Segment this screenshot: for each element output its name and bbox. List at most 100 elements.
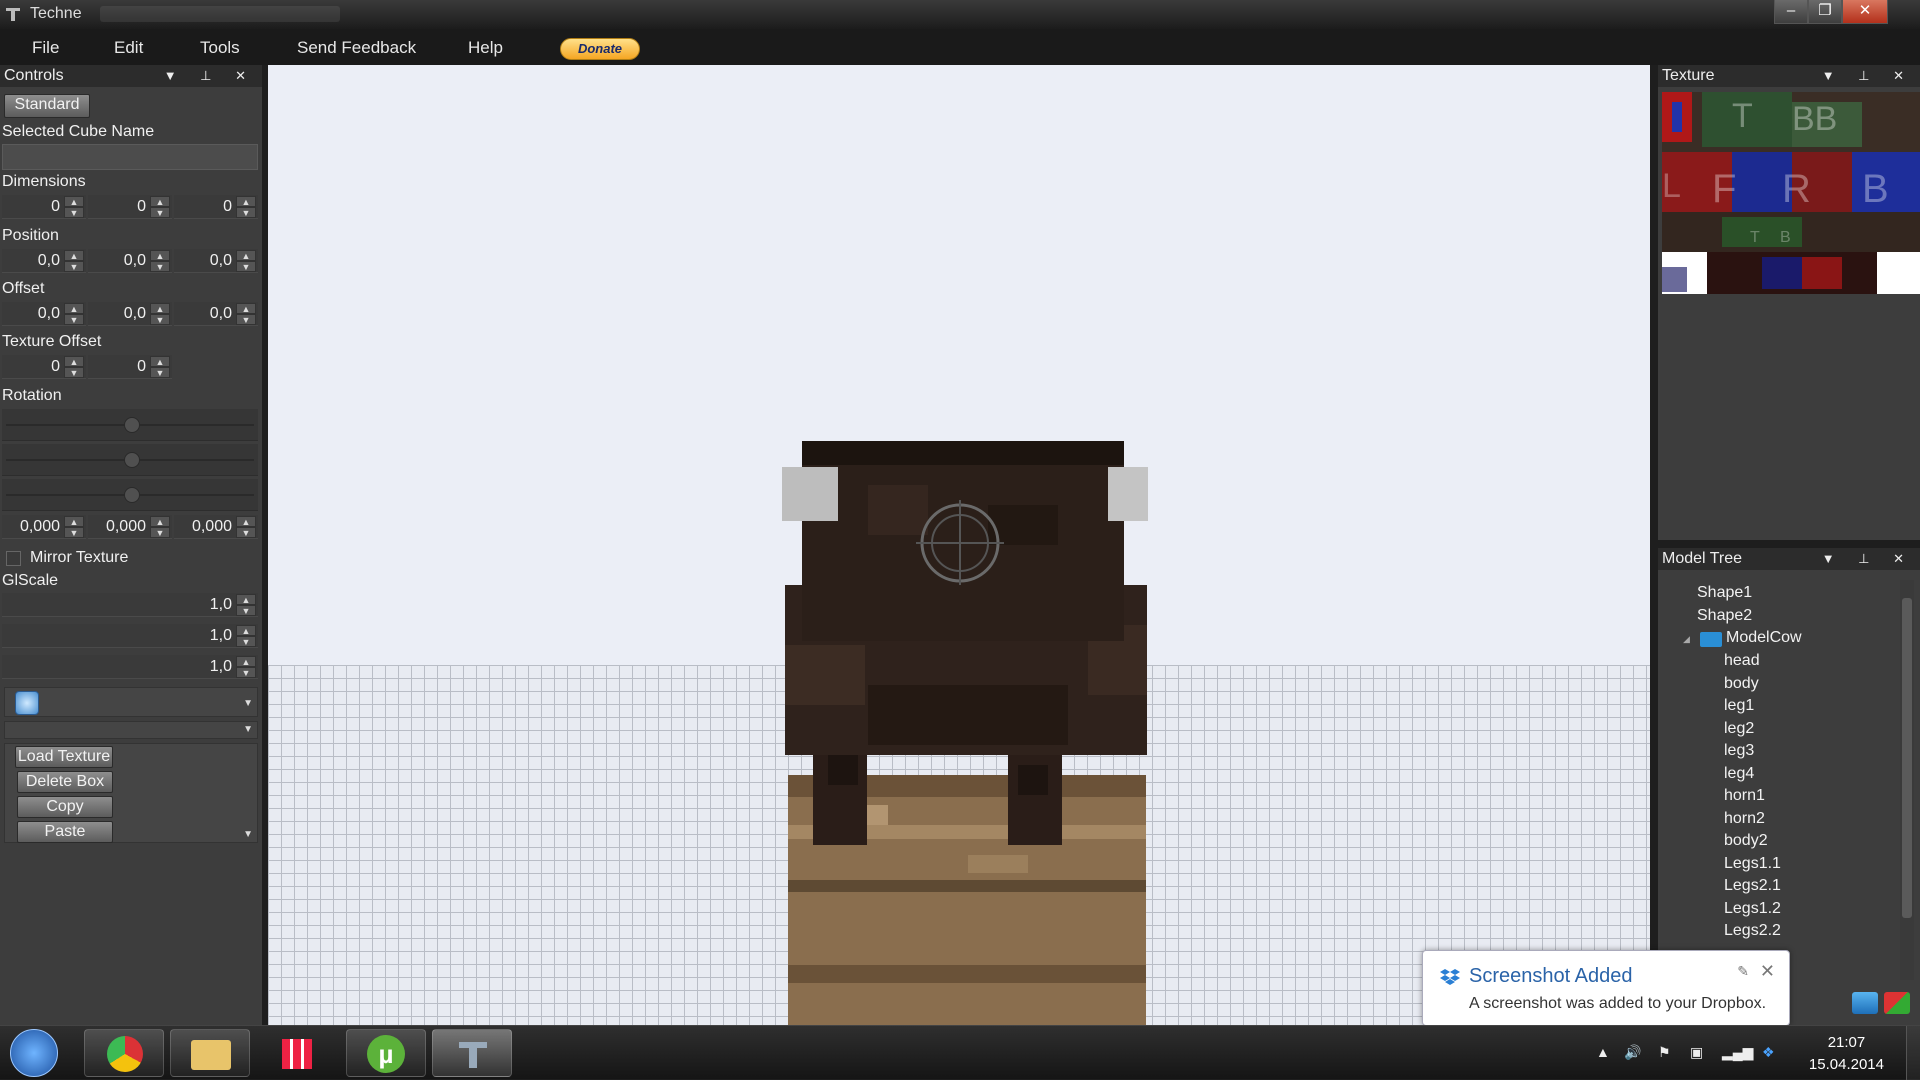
tree-item-leg4[interactable]: leg4 — [1724, 765, 1754, 783]
rotation-z-slider[interactable] — [2, 479, 258, 511]
volume-icon[interactable]: 🔊 — [1624, 1044, 1641, 1061]
tree-item-body2[interactable]: body2 — [1724, 832, 1768, 850]
paste-button[interactable]: Paste — [17, 821, 113, 843]
stepper-arrows[interactable]: ▲ ▼ — [236, 516, 256, 538]
folder-add-icon[interactable] — [1852, 992, 1878, 1014]
maximize-button[interactable]: ❐ — [1808, 0, 1842, 24]
dimension-z-stepper[interactable]: 0 ▲ ▼ — [174, 195, 258, 219]
stepper-arrows[interactable]: ▲ ▼ — [236, 625, 256, 647]
scrollbar-thumb[interactable] — [1902, 598, 1912, 918]
load-texture-button[interactable]: Load Texture — [15, 746, 113, 768]
dimension-x-stepper[interactable]: 0 ▲ ▼ — [2, 195, 86, 219]
stepper-arrows[interactable]: ▲ ▼ — [236, 303, 256, 325]
menu-edit[interactable]: Edit — [114, 38, 143, 58]
panel-buttons[interactable]: ▼ ⊥ ✕ — [1822, 548, 1914, 570]
position-y-stepper[interactable]: 0,0 ▲ ▼ — [88, 249, 172, 273]
stepper-arrows[interactable]: ▲ ▼ — [236, 594, 256, 616]
stepper-arrows[interactable]: ▲ ▼ — [150, 516, 170, 538]
overflow-arrow-icon[interactable]: ▼ — [243, 698, 253, 709]
overflow-arrow-icon[interactable]: ▼ — [243, 829, 253, 840]
tree-item-modelcow[interactable]: ModelCow — [1726, 629, 1802, 647]
slider-knob[interactable] — [124, 487, 140, 503]
rotation-z-stepper[interactable]: 0,000 ▲ ▼ — [174, 515, 258, 539]
tree-item-leg2[interactable]: leg2 — [1724, 720, 1754, 738]
glscale-z-stepper[interactable]: 1,0 ▲ ▼ — [2, 655, 258, 679]
rotation-y-stepper[interactable]: 0,000 ▲ ▼ — [88, 515, 172, 539]
panel-buttons[interactable]: ▼ ⊥ ✕ — [164, 65, 256, 87]
glscale-y-stepper[interactable]: 1,0 ▲ ▼ — [2, 624, 258, 648]
tree-item-horn1[interactable]: horn1 — [1724, 787, 1765, 805]
stepper-arrows[interactable]: ▲ ▼ — [64, 303, 84, 325]
pin-icon[interactable]: ✎ — [1737, 963, 1749, 980]
tree-item-legs2-2[interactable]: Legs2.2 — [1724, 922, 1781, 940]
stepper-arrows[interactable]: ▲ ▼ — [150, 250, 170, 272]
clock[interactable]: 21:07 15.04.2014 — [1809, 1032, 1884, 1076]
tree-item-legs1-2[interactable]: Legs1.2 — [1724, 900, 1781, 918]
taskbar-utorrent[interactable]: µ — [346, 1029, 426, 1077]
tree-item-horn2[interactable]: horn2 — [1724, 810, 1765, 828]
stepper-arrows[interactable]: ▲ ▼ — [150, 303, 170, 325]
flag-icon[interactable]: ⚑ — [1658, 1044, 1671, 1061]
texture-offset-y-stepper[interactable]: 0 ▲ ▼ — [88, 355, 172, 379]
taskbar-techne[interactable] — [432, 1029, 512, 1077]
offset-y-stepper[interactable]: 0,0 ▲ ▼ — [88, 302, 172, 326]
stepper-arrows[interactable]: ▲ ▼ — [64, 250, 84, 272]
offset-x-stepper[interactable]: 0,0 ▲ ▼ — [2, 302, 86, 326]
tree-item-leg3[interactable]: leg3 — [1724, 742, 1754, 760]
rotation-y-slider[interactable] — [2, 444, 258, 476]
tree-item-legs1-1[interactable]: Legs1.1 — [1724, 855, 1781, 873]
position-z-stepper[interactable]: 0,0 ▲ ▼ — [174, 249, 258, 273]
panel-buttons[interactable]: ▼ ⊥ ✕ — [1822, 65, 1914, 87]
overflow-arrow-icon[interactable]: ▼ — [243, 724, 253, 735]
glscale-x-stepper[interactable]: 1,0 ▲ ▼ — [2, 593, 258, 617]
device-icon[interactable]: ▣ — [1690, 1044, 1703, 1061]
slider-knob[interactable] — [124, 417, 140, 433]
dropbox-notification[interactable]: Screenshot Added A screenshot was added … — [1422, 950, 1790, 1026]
cube-icon[interactable] — [15, 691, 39, 715]
stepper-arrows[interactable]: ▲ ▼ — [236, 656, 256, 678]
menu-send-feedback[interactable]: Send Feedback — [297, 38, 416, 58]
stepper-arrows[interactable]: ▲ ▼ — [64, 196, 84, 218]
dimension-y-stepper[interactable]: 0 ▲ ▼ — [88, 195, 172, 219]
copy-button[interactable]: Copy — [17, 796, 113, 818]
shape-add-icon[interactable] — [1884, 992, 1910, 1014]
stepper-arrows[interactable]: ▲ ▼ — [64, 516, 84, 538]
tree-item-shape1[interactable]: Shape1 — [1697, 584, 1752, 602]
tree-item-head[interactable]: head — [1724, 652, 1760, 670]
network-signal-icon[interactable]: ▂▄▆ — [1722, 1044, 1753, 1061]
stepper-arrows[interactable]: ▲ ▼ — [236, 250, 256, 272]
rotation-x-slider[interactable] — [2, 409, 258, 441]
stepper-arrows[interactable]: ▲ ▼ — [150, 196, 170, 218]
selected-cube-name-input[interactable] — [2, 144, 258, 170]
3d-viewport[interactable] — [268, 65, 1650, 1025]
minimize-button[interactable]: – — [1774, 0, 1808, 24]
taskbar-chrome[interactable] — [84, 1029, 164, 1077]
stepper-arrows[interactable]: ▲ ▼ — [150, 356, 170, 378]
mirror-texture-checkbox[interactable] — [6, 551, 21, 566]
notification-close-icon[interactable]: ✕ — [1760, 961, 1775, 982]
menu-file[interactable]: File — [32, 38, 59, 58]
menu-tools[interactable]: Tools — [200, 38, 240, 58]
taskbar-explorer[interactable] — [170, 1029, 250, 1077]
tree-item-shape2[interactable]: Shape2 — [1697, 607, 1752, 625]
show-desktop-button[interactable] — [1906, 1026, 1920, 1080]
donate-button[interactable]: Donate — [560, 38, 640, 60]
windows-start-icon[interactable] — [10, 1029, 58, 1077]
texture-offset-x-stepper[interactable]: 0 ▲ ▼ — [2, 355, 86, 379]
stepper-arrows[interactable]: ▲ ▼ — [236, 196, 256, 218]
stepper-arrows[interactable]: ▲ ▼ — [64, 356, 84, 378]
tree-item-body[interactable]: body — [1724, 675, 1759, 693]
slider-knob[interactable] — [124, 452, 140, 468]
dropbox-tray-icon[interactable]: ❖ — [1762, 1044, 1775, 1061]
standard-mode-button[interactable]: Standard — [4, 94, 90, 118]
tray-expand-icon[interactable]: ▲ — [1596, 1044, 1610, 1060]
model-tree-scrollbar[interactable] — [1900, 580, 1914, 980]
delete-box-button[interactable]: Delete Box — [17, 771, 113, 793]
menu-help[interactable]: Help — [468, 38, 503, 58]
rotation-x-stepper[interactable]: 0,000 ▲ ▼ — [2, 515, 86, 539]
tree-item-legs2-1[interactable]: Legs2.1 — [1724, 877, 1781, 895]
close-button[interactable]: ✕ — [1842, 0, 1888, 24]
offset-z-stepper[interactable]: 0,0 ▲ ▼ — [174, 302, 258, 326]
tree-item-leg1[interactable]: leg1 — [1724, 697, 1754, 715]
position-x-stepper[interactable]: 0,0 ▲ ▼ — [2, 249, 86, 273]
